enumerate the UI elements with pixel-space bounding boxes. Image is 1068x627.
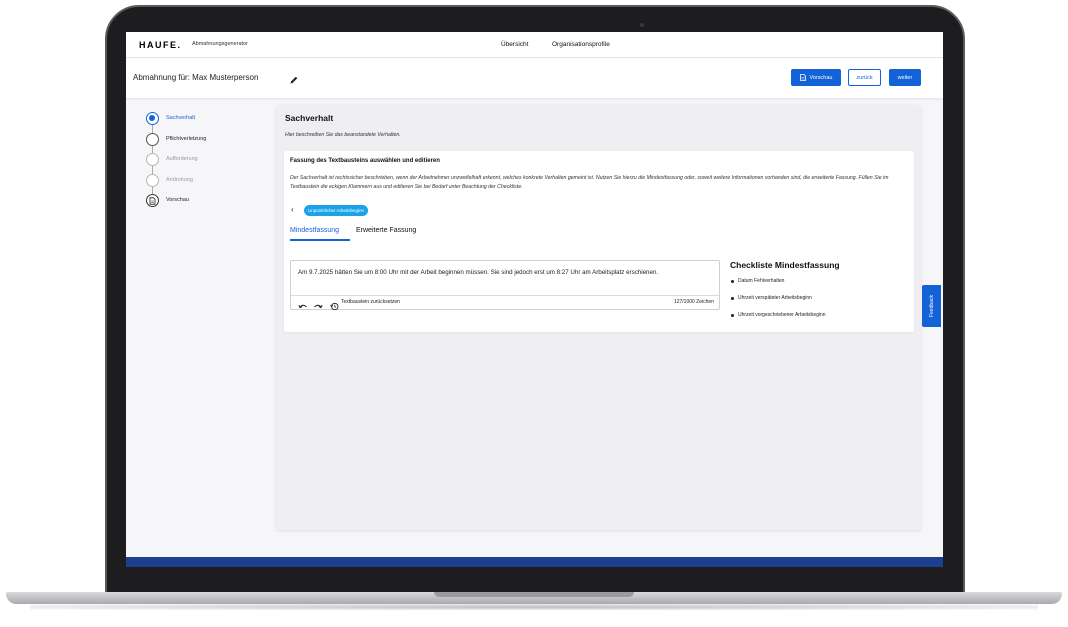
step-circle-icon [146,132,159,146]
feedback-tab[interactable]: Feedback [922,285,941,327]
checklist: Checkliste Mindestfassung Datum Fehlverh… [730,260,910,329]
checklist-items: Datum Fehlverhalten Uhrzeit verspäteter … [730,278,910,329]
step-androhung: Androhung [146,173,266,194]
active-tab-indicator [290,239,350,241]
reset-history-icon[interactable] [330,298,339,311]
laptop-shadow [30,604,1038,610]
step-label: Androhung [166,176,193,183]
step-label: Aufforderung [166,156,198,162]
step-vorschau[interactable]: Vorschau [146,194,266,215]
step-label: Pflichtverletzung [166,135,207,142]
editor-text[interactable]: Am 9.7.2025 hätten Sie um 8:00 Uhr mit d… [298,268,708,278]
step-circle-icon [146,173,159,187]
preview-button[interactable]: Vorschau [791,69,841,86]
category-tag[interactable]: Unpünktlicher Arbeitsbeginn [304,205,369,216]
main-panel: Sachverhalt Hier beschreiben Sie das bea… [276,105,921,530]
step-label: Vorschau [166,197,189,203]
redo-icon[interactable] [313,298,323,309]
laptop-notch [434,592,634,597]
next-button[interactable]: weiter [889,69,921,86]
reset-text-button[interactable]: Textbaustein zurücksetzen [341,299,400,305]
text-editor[interactable]: Am 9.7.2025 hätten Sie um 8:00 Uhr mit d… [290,260,720,311]
nav-link-organisationsprofile[interactable]: Organisationsprofile [552,41,610,48]
app-screen: HAUFE. Abmahnungsgenerator Übersicht Org… [126,32,943,567]
app-name: Abmahnungsgenerator [192,41,248,47]
step-connector [152,145,153,153]
chevron-left-icon[interactable]: ‹ [291,205,294,214]
checklist-title: Checkliste Mindestfassung [730,260,840,270]
camera-dot [640,23,644,27]
undo-icon[interactable] [298,298,308,309]
preview-button-label: Vorschau [809,74,833,81]
step-connector [152,166,153,174]
checklist-item: Uhrzeit vorgeschriebener Arbeitsbeginn [730,312,910,329]
section-description: Hier beschreiben Sie das beanstandete Ve… [285,132,401,138]
editor-divider [291,295,719,296]
step-navigator: Sachverhalt Pflichtverletzung Aufforderu… [146,112,266,215]
tab-mindestfassung[interactable]: Mindestfassung [290,227,339,234]
text-module-card: Fassung des Textbausteins auswählen und … [284,151,914,332]
tab-erweiterte-fassung[interactable]: Erweiterte Fassung [356,227,416,234]
document-icon [799,74,806,81]
step-connector [152,186,153,194]
step-connector [152,125,153,133]
editor-toolbar: Textbaustein zurücksetzen 127/1000 Zeich… [298,298,714,311]
haufe-logo[interactable]: HAUFE. [139,40,182,50]
character-counter: 127/1000 Zeichen [673,299,714,305]
page-title: Abmahnung für: Max Musterperson [133,73,259,82]
step-active-icon [146,112,159,125]
edit-pencil-icon[interactable] [289,72,299,84]
page-header: Abmahnung für: Max Musterperson Vorschau… [126,58,943,98]
back-button[interactable]: zurück [848,69,881,86]
step-label: Sachverhalt [166,115,196,121]
laptop-frame: HAUFE. Abmahnungsgenerator Übersicht Org… [0,0,1068,627]
document-icon [146,194,159,207]
card-description: Der Sachverhalt ist rechtssicher beschri… [290,175,889,190]
nav-link-uebersicht[interactable]: Übersicht [501,41,528,48]
section-title: Sachverhalt [285,113,334,123]
feedback-label: Feedback [928,295,935,317]
step-sachverhalt[interactable]: Sachverhalt [146,112,266,133]
footer-bar [126,557,943,567]
step-aufforderung: Aufforderung [146,153,266,174]
step-circle-icon [146,153,159,166]
checklist-item: Datum Fehlverhalten [730,278,910,295]
card-title: Fassung des Textbausteins auswählen und … [290,158,440,164]
top-nav: HAUFE. Abmahnungsgenerator Übersicht Org… [126,32,943,58]
checklist-item: Uhrzeit verspäteter Arbeitsbeginn [730,295,910,312]
step-pflichtverletzung[interactable]: Pflichtverletzung [146,132,266,153]
